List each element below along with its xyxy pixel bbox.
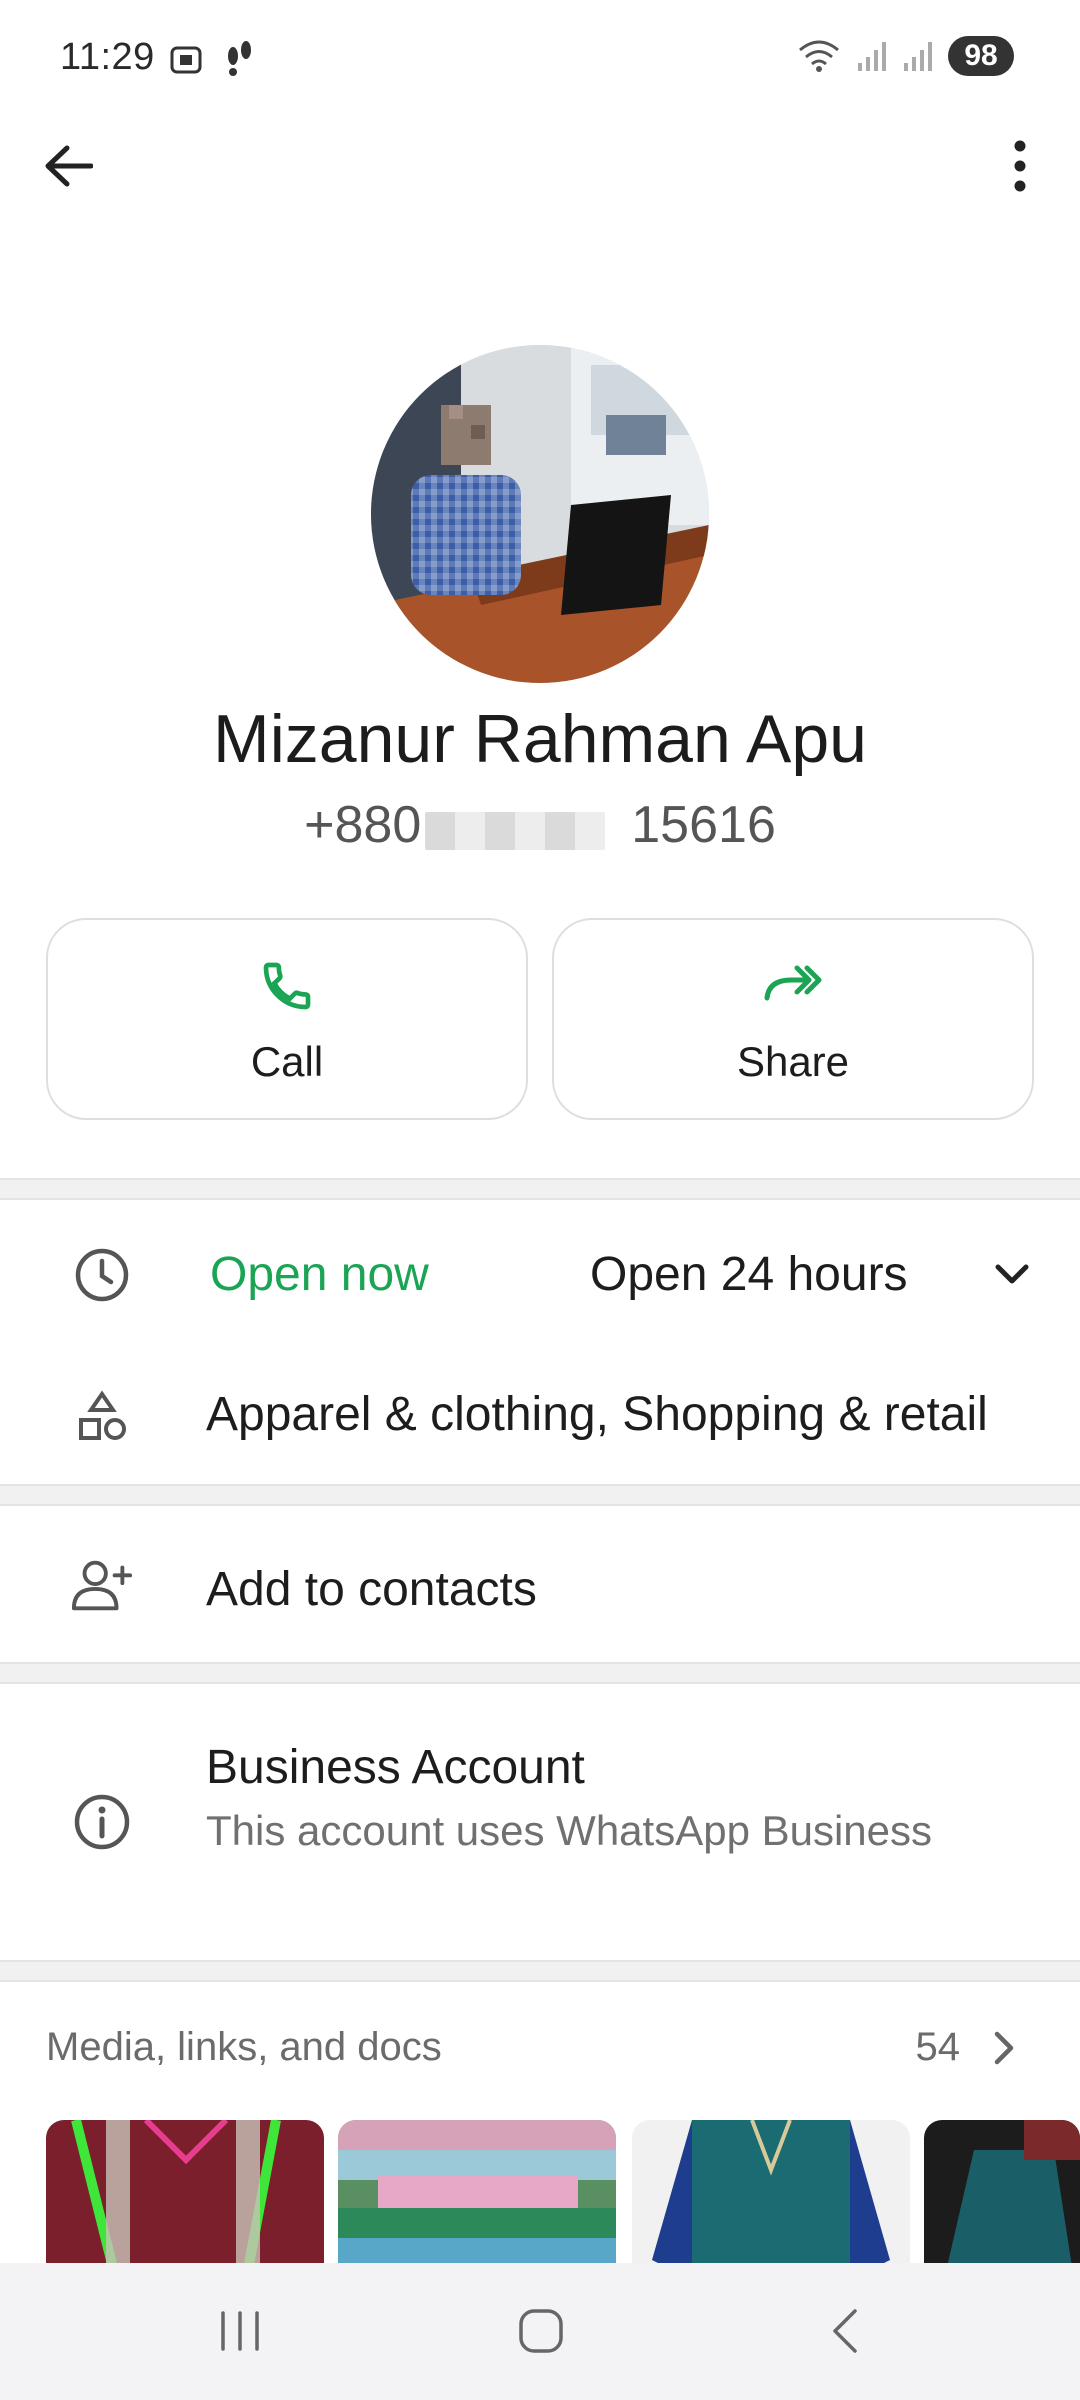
media-count[interactable]: 54 xyxy=(916,2025,961,2070)
top-toolbar xyxy=(0,130,1080,200)
info-icon xyxy=(70,1790,134,1854)
business-account-row: Business Account This account uses Whats… xyxy=(0,1688,1080,1958)
chevron-right-icon[interactable] xyxy=(992,2030,1016,2066)
category-row: Apparel & clothing, Shopping & retail xyxy=(0,1345,1080,1475)
section-divider xyxy=(0,1484,1080,1506)
signal-icon xyxy=(858,42,886,71)
media-thumbnail[interactable] xyxy=(632,2120,910,2280)
category-text: Apparel & clothing, Shopping & retail xyxy=(206,1388,988,1441)
phone-icon xyxy=(263,962,311,1010)
more-vert-icon xyxy=(1014,140,1026,192)
add-to-contacts-row[interactable]: Add to contacts xyxy=(0,1510,1080,1662)
system-back-button[interactable] xyxy=(800,2293,890,2369)
back-arrow-icon xyxy=(45,145,93,187)
add-person-icon xyxy=(70,1554,134,1618)
clock-icon xyxy=(70,1243,134,1307)
status-icons-right: 98 xyxy=(796,36,1014,76)
category-icon xyxy=(70,1385,134,1449)
status-bar: 11:29 98 xyxy=(0,0,1080,120)
section-divider xyxy=(0,1662,1080,1684)
business-account-title: Business Account xyxy=(206,1741,585,1794)
wifi-icon xyxy=(799,40,839,72)
avatar[interactable] xyxy=(371,345,709,683)
system-navigation-bar xyxy=(0,2263,1080,2400)
recents-icon xyxy=(221,2311,259,2351)
media-thumbnail[interactable] xyxy=(924,2120,1080,2280)
phone-suffix: 15616 xyxy=(631,796,776,854)
profile-photo xyxy=(371,345,709,683)
screenshot-icon xyxy=(170,46,202,74)
status-time: 11:29 xyxy=(60,36,155,78)
share-button[interactable]: Share xyxy=(552,918,1034,1120)
media-thumbnail[interactable] xyxy=(46,2120,324,2280)
add-to-contacts-label: Add to contacts xyxy=(206,1563,537,1616)
media-section-title[interactable]: Media, links, and docs xyxy=(46,2025,442,2070)
phone-prefix: +880 xyxy=(304,796,422,854)
section-divider xyxy=(0,1178,1080,1200)
media-thumbnail[interactable] xyxy=(338,2120,616,2280)
back-button[interactable] xyxy=(38,136,98,196)
nav-back-icon xyxy=(833,2309,857,2353)
business-account-subtitle: This account uses WhatsApp Business xyxy=(206,1807,933,1854)
status-icons-left xyxy=(168,40,258,80)
phone-redaction xyxy=(425,812,605,850)
open-status: Open now xyxy=(210,1248,429,1301)
business-hours-row[interactable]: Open now Open 24 hours xyxy=(0,1205,1080,1345)
contact-name: Mizanur Rahman Apu xyxy=(213,701,867,777)
footsteps-icon xyxy=(228,41,251,76)
share-label: Share xyxy=(736,1038,850,1085)
call-label: Call xyxy=(250,1038,324,1085)
battery-indicator: 98 xyxy=(948,36,1014,76)
home-icon xyxy=(519,2309,563,2353)
section-divider xyxy=(0,1960,1080,1982)
call-button[interactable]: Call xyxy=(46,918,528,1120)
forward-icon xyxy=(764,965,822,1001)
hours-text: Open 24 hours xyxy=(590,1248,908,1301)
chevron-down-icon[interactable] xyxy=(994,1263,1030,1287)
recent-apps-button[interactable] xyxy=(195,2293,285,2369)
more-options-button[interactable] xyxy=(990,136,1050,196)
home-button[interactable] xyxy=(496,2293,586,2369)
signal-icon xyxy=(904,42,932,71)
